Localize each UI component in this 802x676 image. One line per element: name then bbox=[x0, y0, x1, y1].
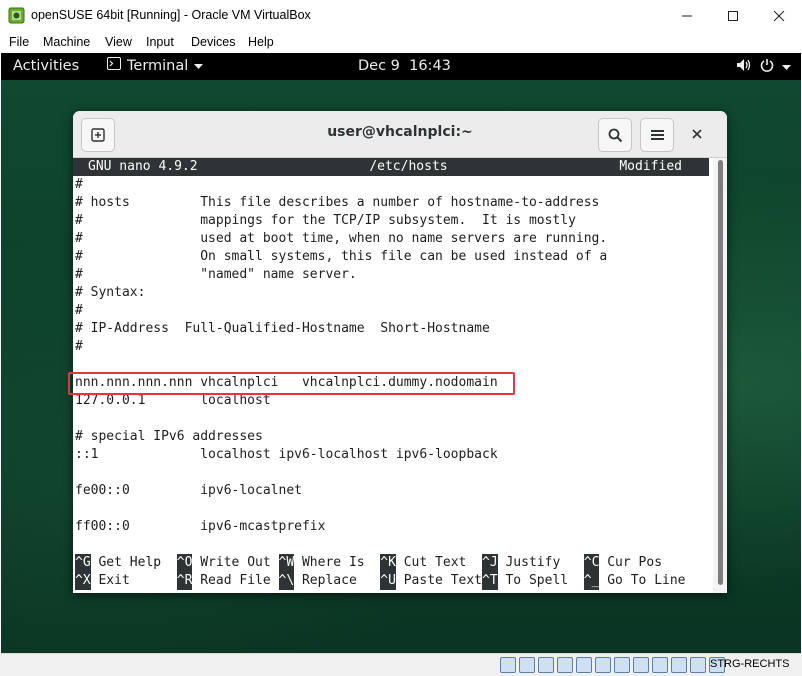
nano-version: GNU nano 4.9.2 bbox=[88, 159, 198, 174]
nano-shortcut-key: ^U bbox=[380, 572, 396, 590]
nano-buffer-line[interactable] bbox=[75, 410, 711, 428]
cpu-icon[interactable] bbox=[652, 657, 668, 673]
nano-buffer-line[interactable]: # used at boot time, when no name server… bbox=[75, 230, 711, 248]
nano-shortcut-label: Cur Pos bbox=[599, 555, 663, 570]
nano-buffer-line[interactable]: # bbox=[75, 338, 711, 356]
nano-shortcuts-row-2: ^X Exit ^R Read File ^\ Replace ^U Paste… bbox=[75, 572, 711, 590]
nano-shortcut-label: Exit bbox=[90, 573, 177, 588]
video-capture-icon[interactable] bbox=[633, 657, 649, 673]
terminal-headerbar: user@vhcalnplci:~ bbox=[73, 111, 727, 158]
window-title: openSUSE 64bit [Running] - Oracle VM Vir… bbox=[31, 8, 311, 22]
nano-shortcut-key: ^X bbox=[75, 572, 91, 590]
activities-button[interactable]: Activities bbox=[13, 58, 79, 74]
search-button[interactable] bbox=[598, 118, 632, 152]
arrow-down-icon[interactable] bbox=[671, 657, 687, 673]
nano-header-bar: GNU nano 4.9.2 /etc/hosts Modified bbox=[73, 158, 709, 176]
nano-shortcut-label: Replace bbox=[294, 573, 381, 588]
network-icon[interactable] bbox=[557, 657, 573, 673]
menu-help[interactable]: Help bbox=[248, 35, 274, 49]
close-window-button[interactable] bbox=[756, 0, 802, 31]
menu-file[interactable]: File bbox=[9, 35, 29, 49]
vbox-titlebar: openSUSE 64bit [Running] - Oracle VM Vir… bbox=[0, 0, 802, 31]
power-icon bbox=[760, 58, 774, 76]
nano-buffer-line[interactable]: # hosts This file describes a number of … bbox=[75, 194, 711, 212]
display-icon[interactable] bbox=[614, 657, 630, 673]
nano-shortcut-label: Get Help bbox=[90, 555, 177, 570]
optical-drive-icon[interactable] bbox=[519, 657, 535, 673]
nano-shortcut-key: ^_ bbox=[583, 572, 600, 590]
hard-disk-icon[interactable] bbox=[500, 657, 516, 673]
mouse-integration-icon[interactable] bbox=[690, 657, 706, 673]
nano-shortcut-key: ^J bbox=[482, 554, 498, 572]
nano-shortcut-key: ^W bbox=[278, 554, 295, 572]
nano-shortcut-key: ^C bbox=[583, 554, 600, 572]
nano-shortcut-key: ^T bbox=[482, 572, 498, 590]
nano-shortcut-key: ^O bbox=[176, 554, 193, 572]
shared-folders-icon[interactable] bbox=[595, 657, 611, 673]
nano-shortcut-label: To Spell bbox=[497, 573, 584, 588]
nano-shortcut-label: Paste Text bbox=[395, 573, 482, 588]
vbox-device-icons bbox=[500, 657, 725, 673]
nano-buffer[interactable]: # # hosts This file describes a number of… bbox=[75, 176, 711, 554]
nano-buffer-line[interactable]: # bbox=[75, 302, 711, 320]
terminal-app-icon bbox=[107, 57, 121, 74]
gnome-topbar: Activities Terminal Dec 9 16:43 bbox=[1, 53, 801, 80]
nano-buffer-line[interactable]: ff00::0 ipv6-mcastprefix bbox=[75, 518, 711, 536]
nano-shortcut-key: ^R bbox=[176, 572, 193, 590]
terminal-window: user@vhcalnplci:~ GNU nano 4.9.2 /etc/ho… bbox=[73, 111, 727, 593]
nano-shortcut-label: Justify bbox=[497, 555, 584, 570]
nano-buffer-line[interactable]: # bbox=[75, 176, 711, 194]
volume-icon bbox=[736, 58, 752, 76]
hamburger-menu-button[interactable] bbox=[640, 118, 674, 152]
nano-buffer-line[interactable]: ::1 localhost ipv6-localhost ipv6-loopba… bbox=[75, 446, 711, 464]
nano-buffer-line[interactable]: # mappings for the TCP/IP subsystem. It … bbox=[75, 212, 711, 230]
menu-input[interactable]: Input bbox=[146, 35, 174, 49]
highlight-annotation-box bbox=[68, 372, 515, 395]
nano-buffer-line[interactable]: # "named" name server. bbox=[75, 266, 711, 284]
nano-shortcuts-row-1: ^G Get Help ^O Write Out ^W Where Is ^K … bbox=[75, 554, 711, 572]
nano-buffer-line[interactable] bbox=[75, 500, 711, 518]
virtualbox-icon bbox=[8, 7, 25, 24]
nano-shortcut-label: Where Is bbox=[294, 555, 381, 570]
chevron-down-icon bbox=[782, 59, 791, 75]
chevron-down-icon bbox=[194, 58, 204, 74]
terminal-scrollbar[interactable] bbox=[713, 158, 727, 593]
nano-filename: /etc/hosts bbox=[369, 159, 448, 174]
nano-shortcut-label: Go To Line bbox=[599, 573, 686, 588]
nano-shortcut-label: Read File bbox=[192, 573, 279, 588]
menu-machine[interactable]: Machine bbox=[43, 35, 90, 49]
nano-buffer-line[interactable]: fe00::0 ipv6-localnet bbox=[75, 482, 711, 500]
app-menu[interactable]: Terminal bbox=[107, 57, 204, 74]
guest-display[interactable]: Activities Terminal Dec 9 16:43 user@vhc… bbox=[1, 53, 801, 653]
clock[interactable]: Dec 9 16:43 bbox=[358, 58, 451, 74]
nano-buffer-line[interactable]: # On small systems, this file can be use… bbox=[75, 248, 711, 266]
close-terminal-button[interactable] bbox=[686, 123, 708, 145]
minimize-button[interactable] bbox=[664, 0, 710, 31]
audio-icon[interactable] bbox=[538, 657, 554, 673]
nano-shortcut-label: Cut Text bbox=[395, 555, 482, 570]
nano-buffer-line[interactable] bbox=[75, 536, 711, 554]
nano-buffer-line[interactable]: # Syntax: bbox=[75, 284, 711, 302]
nano-shortcut-key: ^G bbox=[75, 554, 91, 572]
search-icon bbox=[608, 128, 622, 142]
menu-devices[interactable]: Devices bbox=[191, 35, 235, 49]
nano-shortcut-key: ^\ bbox=[278, 572, 295, 590]
nano-buffer-line[interactable]: # special IPv6 addresses bbox=[75, 428, 711, 446]
menu-view[interactable]: View bbox=[105, 35, 132, 49]
vbox-menubar: File Machine View Input Devices Help bbox=[0, 31, 802, 53]
hamburger-icon bbox=[650, 130, 664, 140]
nano-shortcut-key: ^K bbox=[380, 554, 396, 572]
nano-buffer-line[interactable]: # IP-Address Full-Qualified-Hostname Sho… bbox=[75, 320, 711, 338]
maximize-button[interactable] bbox=[710, 0, 756, 31]
close-icon bbox=[692, 129, 702, 139]
vbox-statusbar: STRG-RECHTS bbox=[0, 653, 802, 676]
nano-buffer-line[interactable] bbox=[75, 464, 711, 482]
app-menu-label: Terminal bbox=[127, 57, 189, 74]
system-status-area[interactable] bbox=[736, 58, 791, 76]
nano-shortcut-label: Write Out bbox=[192, 555, 279, 570]
nano-modified-status: Modified bbox=[619, 159, 682, 174]
usb-icon[interactable] bbox=[576, 657, 592, 673]
scrollbar-thumb[interactable] bbox=[718, 160, 723, 585]
host-key-label: STRG-RECHTS bbox=[710, 658, 790, 670]
